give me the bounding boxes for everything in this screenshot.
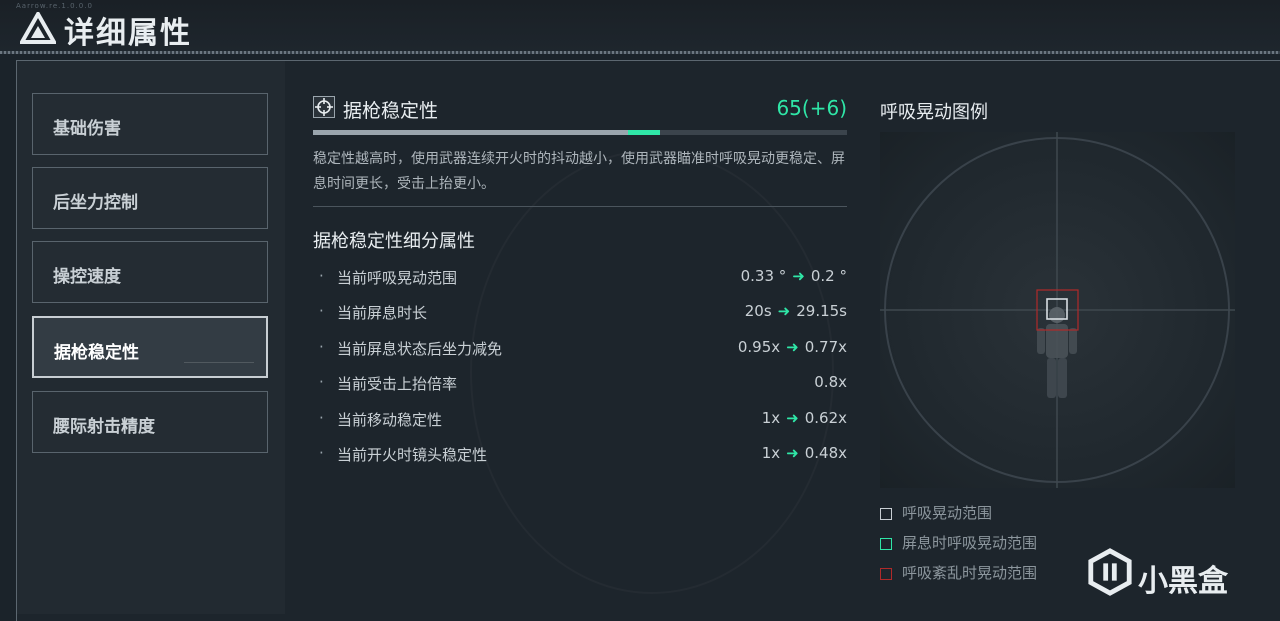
stat-description: 稳定性越高时，使用武器连续开火时的抖动越小，使用武器瞄准时呼吸晃动更稳定、屏息时… (313, 151, 845, 192)
legend-swatch (880, 567, 892, 580)
attribute-row: · 当前开火时镜头稳定性 1x ➜ 0.48x (313, 444, 853, 468)
nav-item-base-damage[interactable]: 基础伤害 (32, 93, 268, 155)
crosshair-icon (313, 96, 335, 118)
legend-label: 屏息时呼吸晃动范围 (902, 534, 1038, 552)
stat-progress-bonus (628, 130, 660, 135)
attribute-to: 0.62x (804, 409, 847, 427)
legend-disturbed-sway: 呼吸紊乱时晃动范围 (880, 562, 1037, 583)
arrow-right-icon: ➜ (786, 444, 799, 462)
attribute-values: 1x ➜ 0.48x (762, 444, 847, 462)
stat-progress-bar (313, 130, 847, 135)
attribute-to: 0.77x (804, 338, 847, 356)
legend-swatch (880, 507, 892, 520)
section-divider (313, 206, 847, 207)
attribute-values: 20s ➜ 29.15s (745, 302, 847, 320)
attribute-from: 0.95x (737, 338, 781, 356)
attribute-to: 0.48x (804, 444, 847, 462)
bullet: · (319, 302, 324, 320)
nav-item-hipfire-accuracy[interactable]: 腰际射击精度 (32, 391, 268, 453)
bullet: · (319, 267, 324, 285)
header-divider (0, 51, 1280, 54)
sway-legend-title: 呼吸晃动图例 (880, 102, 988, 123)
attribute-name: 当前开火时镜头稳定性 (337, 446, 488, 464)
attribute-name: 当前屏息状态后坐力减免 (337, 340, 503, 358)
nav-item-label: 后坐力控制 (53, 193, 138, 213)
attribute-from: 0.33 ° (740, 267, 787, 285)
bullet: · (319, 373, 324, 391)
legend-label: 呼吸晃动范围 (902, 504, 993, 522)
bullet: · (319, 444, 324, 462)
attribute-name: 当前移动稳定性 (337, 411, 443, 429)
legend-label: 呼吸紊乱时晃动范围 (902, 564, 1038, 582)
attribute-row: · 当前呼吸晃动范围 0.33 ° ➜ 0.2 ° (313, 267, 853, 291)
arrow-right-icon: ➜ (792, 267, 805, 285)
active-decoration (184, 362, 254, 363)
attribute-row: · 当前屏息状态后坐力减免 0.95x ➜ 0.77x (313, 338, 853, 362)
game-logo-icon (20, 12, 56, 44)
attribute-to: 0.8x (814, 373, 847, 391)
attribute-values: 0.8x (814, 373, 847, 391)
attribute-name: 当前受击上抬倍率 (337, 375, 458, 393)
attribute-name: 当前屏息时长 (337, 304, 428, 322)
attribute-name: 当前呼吸晃动范围 (337, 269, 458, 287)
nav-item-label: 基础伤害 (53, 119, 121, 139)
attribute-values: 1x ➜ 0.62x (762, 409, 847, 427)
sway-preview (880, 132, 1235, 488)
stat-value: 65(+6) (776, 96, 847, 120)
legend-breath-sway: 呼吸晃动范围 (880, 502, 992, 523)
legend-hold-breath-sway: 屏息时呼吸晃动范围 (880, 532, 1037, 553)
attribute-to: 0.2 ° (810, 267, 847, 285)
bullet: · (319, 338, 324, 356)
nav-item-label: 据枪稳定性 (54, 343, 139, 363)
nav-item-label: 腰际射击精度 (53, 417, 155, 437)
nav-item-aim-stability[interactable]: 据枪稳定性 (32, 316, 268, 378)
stat-progress-base (313, 130, 628, 135)
attribute-from: 1x (761, 444, 781, 462)
sub-attributes-title: 据枪稳定性细分属性 (313, 231, 475, 252)
arrow-right-icon: ➜ (786, 409, 799, 427)
attribute-from: 1x (761, 409, 781, 427)
top-bar: Aarrow.re.1.0.0.0 详细属性 (0, 0, 1280, 52)
watermark-text: 小黑盒 (1138, 564, 1228, 599)
page-title: 详细属性 (64, 16, 192, 51)
stat-title: 据枪稳定性 (343, 100, 439, 122)
attribute-row: · 当前屏息时长 20s ➜ 29.15s (313, 302, 853, 326)
attribute-row: · 当前移动稳定性 1x ➜ 0.62x (313, 409, 853, 433)
attribute-row: · 当前受击上抬倍率 0.8x (313, 373, 853, 397)
attribute-to: 29.15s (796, 302, 847, 320)
attribute-from: 20s (744, 302, 772, 320)
attribute-values: 0.33 ° ➜ 0.2 ° (741, 267, 847, 285)
heybox-logo-icon (1088, 548, 1132, 596)
nav-item-handling-speed[interactable]: 操控速度 (32, 241, 268, 303)
bullet: · (319, 409, 324, 427)
legend-swatch (880, 537, 892, 550)
arrow-right-icon: ➜ (777, 302, 791, 320)
attribute-values: 0.95x ➜ 0.77x (738, 338, 847, 356)
arrow-right-icon: ➜ (786, 338, 799, 356)
sway-preview-graphic (880, 132, 1235, 488)
nav-item-label: 操控速度 (53, 267, 121, 287)
nav-item-recoil-control[interactable]: 后坐力控制 (32, 167, 268, 229)
